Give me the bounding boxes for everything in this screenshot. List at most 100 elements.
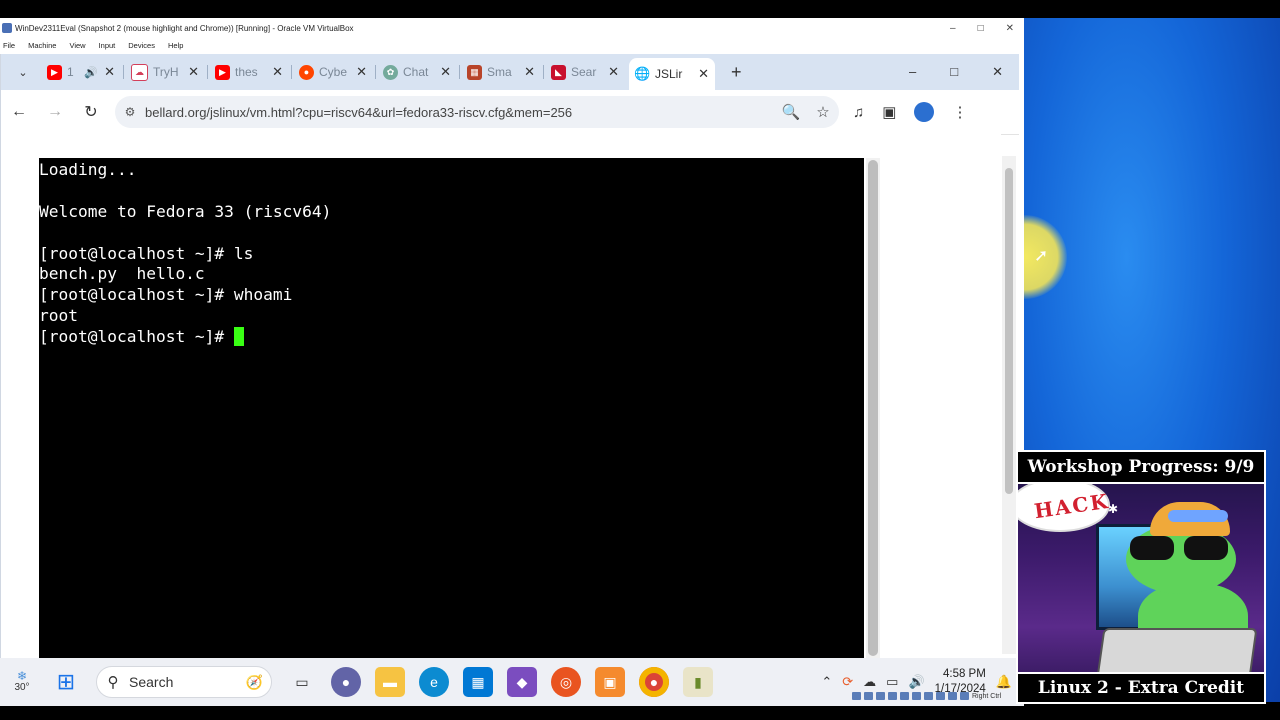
menu-input[interactable]: Input (99, 41, 116, 50)
tab-sma[interactable]: ▦ Sma ✕ (461, 58, 544, 86)
media-control-icon[interactable]: ♫ (853, 104, 864, 121)
workshop-footer-title: Linux 2 - Extra Credit (1018, 672, 1264, 702)
virtualbox-window: WinDev2311Eval (Snapshot 2 (mouse highli… (0, 18, 1024, 706)
tab-close-icon[interactable]: ✕ (608, 64, 619, 80)
notification-bell-icon[interactable]: 🔔 (996, 674, 1012, 690)
menu-help[interactable]: Help (168, 41, 183, 50)
terminal-scroll-thumb[interactable] (868, 160, 878, 656)
page-viewport: Loading... Welcome to Fedora 33 (riscv64… (1, 134, 1001, 658)
volume-icon[interactable]: 🔊 (908, 674, 924, 690)
tab-chatgpt[interactable]: ✿ Chat ✕ (377, 58, 460, 86)
tab-search[interactable]: ◣ Sear ✕ (545, 58, 625, 86)
jslinux-terminal[interactable]: Loading... Welcome to Fedora 33 (riscv64… (39, 158, 864, 658)
terminal-scrollbar[interactable] (866, 158, 880, 658)
search-result-icon: ◣ (551, 64, 566, 80)
terminal-line: [root@localhost ~]# ls (39, 243, 254, 263)
terminal-line: bench.py hello.c (39, 264, 205, 284)
chrome-window: ⌄ ▶ 1 🔊 ✕ ☁ TryH ✕ ▶ thes ✕ ● Cybe ✕ ✿ C… (0, 54, 1019, 658)
file-explorer-icon[interactable]: ▬ (375, 667, 405, 697)
weather-temp: 30° (14, 682, 30, 693)
tab-jslinux[interactable]: 🌐 JSLir ✕ (629, 58, 715, 90)
terminal-line: [root@localhost ~]# whoami (39, 285, 293, 305)
menu-kebab-icon[interactable]: ⋮ (952, 103, 967, 121)
new-tab-button[interactable]: + (731, 62, 742, 83)
maximize-icon[interactable]: □ (978, 23, 984, 34)
taskbar-search-box[interactable]: ⚲ Search 🧭 (96, 666, 272, 698)
back-button[interactable]: ← (1, 103, 37, 121)
vm-status-icon (948, 692, 957, 700)
chrome-minimize-icon[interactable]: – (909, 64, 916, 80)
sync-icon[interactable]: ⟳ (842, 674, 853, 690)
store-icon[interactable]: ▦ (463, 667, 493, 697)
taskbar-search-label: Search (129, 674, 174, 690)
menu-devices[interactable]: Devices (128, 41, 155, 50)
vm-status-icon (912, 692, 921, 700)
site-icon: ▦ (467, 64, 482, 80)
zoom-icon[interactable]: 🔍 (775, 103, 807, 121)
minimize-icon[interactable]: – (950, 23, 956, 34)
tab-search-icon[interactable]: ⌄ (9, 66, 37, 79)
close-icon[interactable]: ✕ (1006, 23, 1014, 34)
tab-close-icon[interactable]: ✕ (440, 64, 451, 80)
tab-youtube-1[interactable]: ▶ 1 🔊 ✕ (41, 58, 124, 86)
url-text[interactable]: bellard.org/jslinux/vm.html?cpu=riscv64&… (145, 105, 775, 120)
network-icon[interactable]: ▭ (886, 674, 898, 690)
menu-machine[interactable]: Machine (28, 41, 56, 50)
cloud-icon[interactable]: ☁ (863, 674, 876, 690)
chrome-close-icon[interactable]: ✕ (992, 64, 1003, 80)
tab-close-icon[interactable]: ✕ (104, 64, 115, 80)
side-panel-icon[interactable]: ▣ (882, 103, 896, 121)
host-key-label: Right Ctrl (972, 692, 1002, 700)
tab-title: thes (235, 65, 258, 79)
task-view-icon[interactable]: ▭ (287, 667, 317, 697)
menu-view[interactable]: View (69, 41, 85, 50)
app-2-icon[interactable]: ▮ (683, 667, 713, 697)
bookmark-star-icon[interactable]: ☆ (807, 103, 839, 121)
chevron-up-icon[interactable]: ⌃ (821, 674, 832, 690)
vm-status-icon (900, 692, 909, 700)
youtube-icon: ▶ (215, 64, 230, 80)
forward-button[interactable]: → (37, 103, 73, 121)
terminal-prompt: [root@localhost ~]# (39, 327, 234, 347)
tab-close-icon[interactable]: ✕ (188, 64, 199, 80)
page-scrollbar[interactable] (1002, 156, 1016, 654)
tab-title: Sear (571, 65, 597, 79)
site-info-icon[interactable]: ⚙ (115, 105, 145, 119)
edge-icon[interactable]: e (419, 667, 449, 697)
profile-avatar[interactable] (914, 102, 935, 122)
address-bar[interactable]: ⚙ bellard.org/jslinux/vm.html?cpu=riscv6… (115, 96, 839, 128)
workshop-progress-title: Workshop Progress: 9/9 (1018, 452, 1264, 484)
start-button[interactable]: ⊞ (51, 667, 81, 697)
tab-youtube-2[interactable]: ▶ thes ✕ (209, 58, 292, 86)
tryhackme-icon: ☁ (131, 63, 148, 81)
reload-button[interactable]: ↻ (73, 102, 109, 122)
tab-title: Sma (487, 65, 512, 79)
reddit-icon: ● (299, 64, 314, 80)
vm-status-icon (960, 692, 969, 700)
tab-close-icon[interactable]: ✕ (356, 64, 367, 80)
ubuntu-icon[interactable]: ◎ (551, 667, 581, 697)
terminal-line: root (39, 306, 78, 326)
teams-chat-icon[interactable]: ● (331, 667, 361, 697)
chrome-icon[interactable]: ● (639, 667, 669, 697)
weather-widget[interactable]: ❄ 30° (0, 670, 44, 694)
weather-icon: ❄ (16, 669, 28, 683)
tab-reddit[interactable]: ● Cybe ✕ (293, 58, 376, 86)
tab-title: JSLir (655, 67, 683, 81)
tab-title: Chat (403, 65, 429, 79)
tab-close-icon[interactable]: ✕ (272, 64, 283, 80)
tab-close-icon[interactable]: ✕ (524, 64, 535, 80)
sunglasses-lens-left (1130, 536, 1174, 560)
visual-studio-icon[interactable]: ◆ (507, 667, 537, 697)
tab-tryhackme[interactable]: ☁ TryH ✕ (125, 58, 208, 86)
tab-close-icon[interactable]: ✕ (698, 66, 709, 82)
menu-file[interactable]: File (3, 41, 15, 50)
vm-title-bar: WinDev2311Eval (Snapshot 2 (mouse highli… (0, 18, 1024, 38)
chrome-maximize-icon[interactable]: □ (950, 64, 958, 80)
keyboard-illustration (1096, 628, 1258, 678)
youtube-icon: ▶ (47, 64, 62, 80)
vm-status-icon (888, 692, 897, 700)
app-icon[interactable]: ▣ (595, 667, 625, 697)
page-scroll-thumb[interactable] (1005, 168, 1013, 494)
